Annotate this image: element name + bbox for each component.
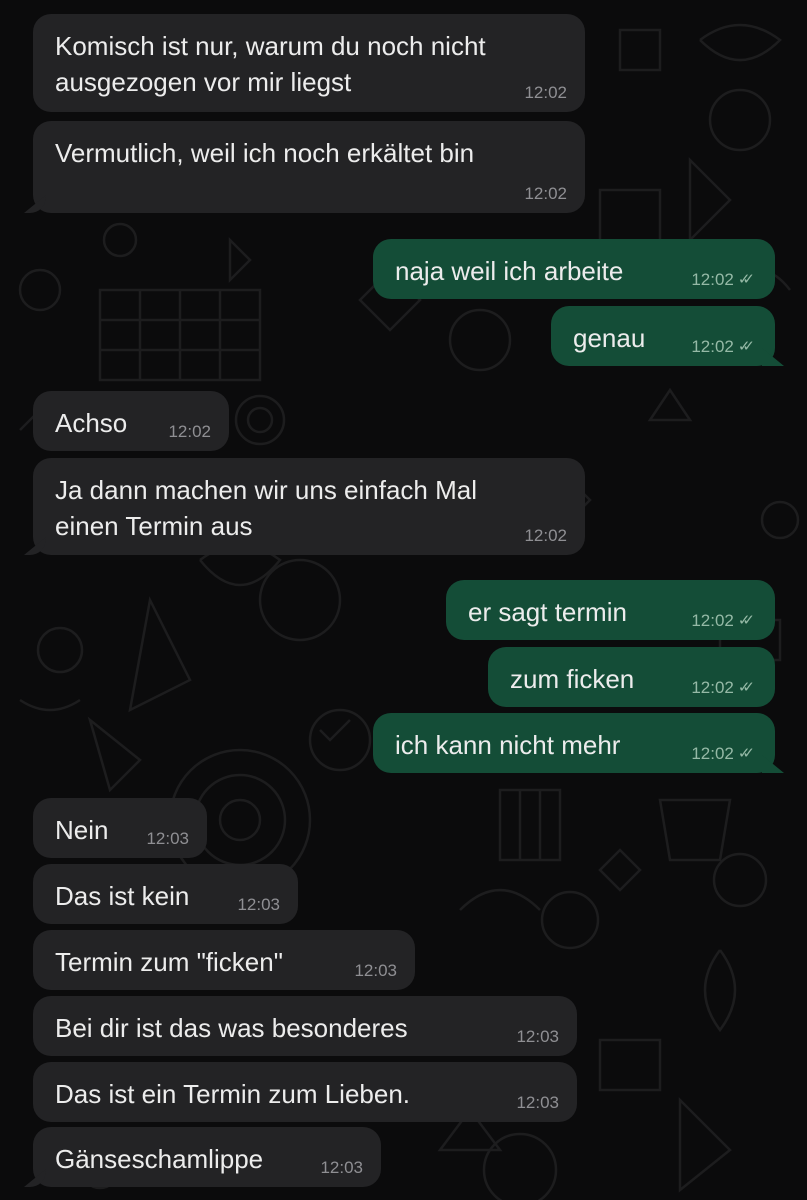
- message-time: 12:02: [168, 422, 211, 441]
- message-time: 12:02: [691, 744, 734, 763]
- message-outgoing[interactable]: ich kann nicht mehr 12:02 ✓✓: [373, 713, 775, 773]
- message-meta: 12:02 ✓✓: [691, 678, 755, 698]
- message-incoming[interactable]: Ja dann machen wir uns einfach Mal einen…: [33, 458, 585, 555]
- message-time: 12:02: [691, 678, 734, 697]
- message-time: 12:03: [516, 1027, 559, 1046]
- message-meta: 12:02 ✓✓: [691, 744, 755, 764]
- message-text: Termin zum "ficken": [55, 947, 283, 977]
- message-text: Ja dann machen wir uns einfach Mal einen…: [55, 475, 478, 541]
- message-time: 12:02: [691, 337, 734, 356]
- message-text: Komisch ist nur, warum du noch nicht aus…: [55, 31, 486, 97]
- message-incoming[interactable]: Termin zum "ficken" 12:03: [33, 930, 415, 990]
- message-time: 12:03: [237, 895, 280, 914]
- message-outgoing[interactable]: zum ficken 12:02 ✓✓: [488, 647, 775, 707]
- double-check-icon: ✓✓: [737, 612, 755, 629]
- message-text: Gänseschamlippe: [55, 1144, 264, 1174]
- message-meta: 12:02 ✓✓: [691, 337, 755, 357]
- message-meta: 12:02 ✓✓: [691, 270, 755, 290]
- message-time: 12:02: [691, 270, 734, 289]
- message-time: 12:02: [691, 611, 734, 630]
- message-incoming[interactable]: Komisch ist nur, warum du noch nicht aus…: [33, 14, 585, 112]
- chat-view[interactable]: Komisch ist nur, warum du noch nicht aus…: [0, 0, 807, 1200]
- double-check-icon: ✓✓: [737, 338, 755, 355]
- message-time: 12:03: [354, 961, 397, 980]
- message-outgoing[interactable]: naja weil ich arbeite 12:02 ✓✓: [373, 239, 775, 299]
- double-check-icon: ✓✓: [737, 679, 755, 696]
- double-check-icon: ✓✓: [737, 745, 755, 762]
- message-time: 12:02: [524, 83, 567, 102]
- message-time: 12:03: [146, 829, 189, 848]
- message-time: 12:02: [524, 184, 567, 203]
- message-incoming[interactable]: Achso 12:02: [33, 391, 229, 451]
- message-time: 12:03: [516, 1093, 559, 1112]
- message-incoming[interactable]: Vermutlich, weil ich noch erkältet bin 1…: [33, 121, 585, 213]
- message-time: 12:02: [524, 526, 567, 545]
- message-incoming[interactable]: Bei dir ist das was besonderes 12:03: [33, 996, 577, 1056]
- message-outgoing[interactable]: genau 12:02 ✓✓: [551, 306, 775, 366]
- message-incoming[interactable]: Nein 12:03: [33, 798, 207, 858]
- message-time: 12:03: [320, 1158, 363, 1177]
- message-meta: 12:02 ✓✓: [691, 611, 755, 631]
- message-text: Das ist ein Termin zum Lieben.: [55, 1079, 411, 1109]
- message-text: Vermutlich, weil ich noch erkältet bin: [55, 138, 475, 168]
- message-text: Bei dir ist das was besonderes: [55, 1013, 408, 1043]
- message-incoming[interactable]: Gänseschamlippe 12:03: [33, 1127, 381, 1187]
- message-incoming[interactable]: Das ist kein 12:03: [33, 864, 298, 924]
- message-incoming[interactable]: Das ist ein Termin zum Lieben. 12:03: [33, 1062, 577, 1122]
- double-check-icon: ✓✓: [737, 271, 755, 288]
- message-outgoing[interactable]: er sagt termin 12:02 ✓✓: [446, 580, 775, 640]
